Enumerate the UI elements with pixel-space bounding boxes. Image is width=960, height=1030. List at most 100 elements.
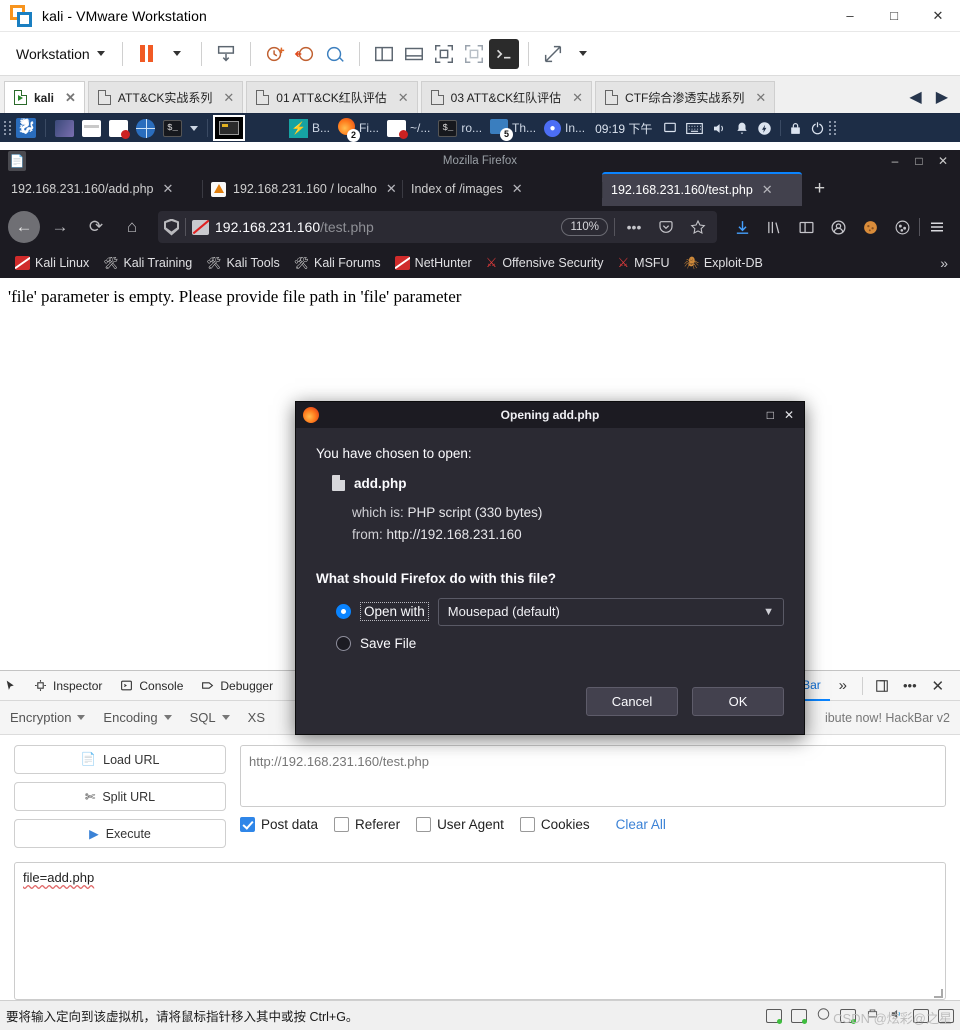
bookmark-star-icon[interactable] <box>685 214 711 240</box>
user-agent-checkbox[interactable]: User Agent <box>416 817 504 832</box>
logout-icon[interactable] <box>806 115 829 141</box>
vmware-close-button[interactable]: ✕ <box>916 0 960 32</box>
firefox-tab-test-php[interactable]: 192.168.231.160/test.php ✕ <box>602 172 802 206</box>
window-button-active[interactable] <box>213 115 245 141</box>
noscript-icon[interactable] <box>192 219 209 235</box>
referer-checkbox[interactable]: Referer <box>334 817 400 832</box>
snapshot-manager-icon[interactable] <box>211 39 241 69</box>
window-button-document[interactable]: ~/... <box>383 115 434 141</box>
revert-snapshot-icon[interactable] <box>290 39 320 69</box>
firefox-close-button[interactable]: ✕ <box>932 154 954 168</box>
tracking-protection-shield-icon[interactable] <box>164 218 179 236</box>
web-browser-icon[interactable] <box>132 115 159 141</box>
cancel-button[interactable]: Cancel <box>586 687 678 716</box>
panel-grip-handle-right[interactable] <box>829 119 837 137</box>
vmware-tab-03-attck[interactable]: 03 ATT&CK红队评估 ✕ <box>420 81 593 113</box>
file-manager-icon[interactable] <box>78 115 105 141</box>
clock[interactable]: 09:19 下午 <box>589 120 658 137</box>
application-select[interactable]: Mousepad (default) ▼ <box>437 597 784 626</box>
back-button[interactable]: ← <box>8 211 40 243</box>
bookmark-msfu[interactable]: ⚔ MSFU <box>611 252 677 274</box>
close-icon[interactable]: ✕ <box>572 90 583 106</box>
vmware-maximize-button[interactable]: □ <box>872 0 916 32</box>
close-icon[interactable]: ✕ <box>398 90 409 106</box>
sound-card-icon[interactable] <box>889 1007 904 1024</box>
hackbar-icon[interactable] <box>855 214 885 240</box>
printer-icon[interactable] <box>913 1008 929 1023</box>
window-button-thunar[interactable]: 5 Th... <box>486 115 540 141</box>
kali-menu-icon[interactable] <box>12 115 40 141</box>
close-icon[interactable]: ✕ <box>223 90 234 106</box>
terminal-launcher-icon[interactable] <box>51 115 78 141</box>
keyboard-icon[interactable] <box>682 115 707 141</box>
manage-snapshots-icon[interactable] <box>320 39 350 69</box>
window-button-browser[interactable]: ● In... <box>540 115 589 141</box>
pause-dropdown-icon[interactable] <box>162 39 192 69</box>
hard-disk-icon[interactable] <box>766 1008 782 1024</box>
resize-handle[interactable] <box>934 989 943 998</box>
lock-icon[interactable] <box>785 115 806 141</box>
dialog-close-button[interactable]: ✕ <box>784 408 794 422</box>
tab-scroll-right-icon[interactable]: ▶ <box>936 87 948 107</box>
bookmark-kali-tools[interactable]: 🛠 Kali Tools <box>199 253 287 273</box>
new-tab-button[interactable]: + <box>802 172 837 206</box>
bookmark-exploit-db[interactable]: 🕷 Exploit-DB <box>677 253 770 273</box>
firefox-tab-index-of-images[interactable]: Index of /images ✕ <box>402 172 602 206</box>
dialog-maximize-button[interactable]: □ <box>767 408 774 422</box>
volume-icon[interactable] <box>707 115 731 141</box>
execute-button[interactable]: ▶ Execute <box>14 819 226 848</box>
text-editor-icon[interactable] <box>105 115 132 141</box>
vmware-tab-ctf[interactable]: CTF综合渗透实战系列 ✕ <box>595 81 776 113</box>
vmware-tab-kali[interactable]: kali ✕ <box>4 81 85 113</box>
hackbar-promo-text[interactable]: ibute now! HackBar v2 <box>825 711 950 725</box>
firefox-tab-add-php[interactable]: 192.168.231.160/add.php ✕ <box>2 172 202 206</box>
clear-all-link[interactable]: Clear All <box>616 817 666 832</box>
ok-button[interactable]: OK <box>692 687 784 716</box>
hackbar-menu-xss[interactable]: XS <box>248 710 265 725</box>
send-key-dropdown-icon[interactable] <box>568 39 598 69</box>
tab-debugger[interactable]: Debugger <box>192 671 282 701</box>
hackbar-menu-encoding[interactable]: Encoding <box>103 710 172 725</box>
console-view-icon[interactable] <box>488 38 519 69</box>
tab-console[interactable]: Console <box>111 671 192 701</box>
display-icon[interactable] <box>658 115 682 141</box>
power-icon[interactable] <box>753 115 776 141</box>
unity-mode-icon[interactable] <box>459 39 489 69</box>
pause-icon[interactable] <box>132 39 162 69</box>
hamburger-menu-icon[interactable] <box>922 214 952 240</box>
hackbar-menu-encryption[interactable]: Encryption <box>10 710 86 725</box>
bookmark-kali-linux[interactable]: Kali Linux <box>8 253 96 273</box>
vmware-tab-01-attck[interactable]: 01 ATT&CK红队评估 ✕ <box>246 81 418 113</box>
bookmark-offensive-security[interactable]: ⚔ Offensive Security <box>479 252 611 274</box>
network-adapter-icon[interactable] <box>840 1008 856 1024</box>
account-icon[interactable] <box>823 214 853 240</box>
panel-grip-handle[interactable] <box>4 119 12 137</box>
notification-icon[interactable] <box>731 115 753 141</box>
element-picker-icon[interactable] <box>4 673 17 699</box>
display-adapter-icon[interactable] <box>938 1008 954 1023</box>
zoom-level-indicator[interactable]: 110% <box>561 218 608 236</box>
firefox-tab-phpmyadmin[interactable]: 192.168.231.160 / localho ✕ <box>202 172 402 206</box>
floppy-icon[interactable] <box>816 1007 831 1024</box>
cookies-checkbox[interactable]: Cookies <box>519 817 590 832</box>
forward-button[interactable]: → <box>44 211 76 243</box>
save-file-option[interactable]: Save File <box>336 635 784 651</box>
split-url-button[interactable]: ✄ Split URL <box>14 782 226 811</box>
devtools-overflow-icon[interactable]: » <box>830 673 856 699</box>
post-data-checkbox[interactable]: Post data <box>240 817 318 832</box>
show-thumbnails-icon[interactable] <box>399 39 429 69</box>
home-button[interactable]: ⌂ <box>116 211 148 243</box>
send-key-icon[interactable] <box>538 39 568 69</box>
root-terminal-icon[interactable]: $_ <box>159 115 186 141</box>
load-url-button[interactable]: 📄 Load URL <box>14 745 226 774</box>
tab-scroll-left-icon[interactable]: ◀ <box>909 87 921 107</box>
post-data-input[interactable]: file=add.php <box>14 862 946 1000</box>
workstation-menu-button[interactable]: Workstation <box>8 42 113 66</box>
cookie-manager-icon[interactable] <box>887 214 917 240</box>
bookmarks-overflow-icon[interactable]: » <box>940 255 952 271</box>
bookmark-kali-training[interactable]: 🛠 Kali Training <box>96 253 199 273</box>
usb-icon[interactable] <box>865 1007 880 1024</box>
full-screen-icon[interactable] <box>429 39 459 69</box>
url-input[interactable]: http://192.168.231.160/test.php <box>240 745 946 807</box>
firefox-minimize-button[interactable]: – <box>884 154 906 168</box>
